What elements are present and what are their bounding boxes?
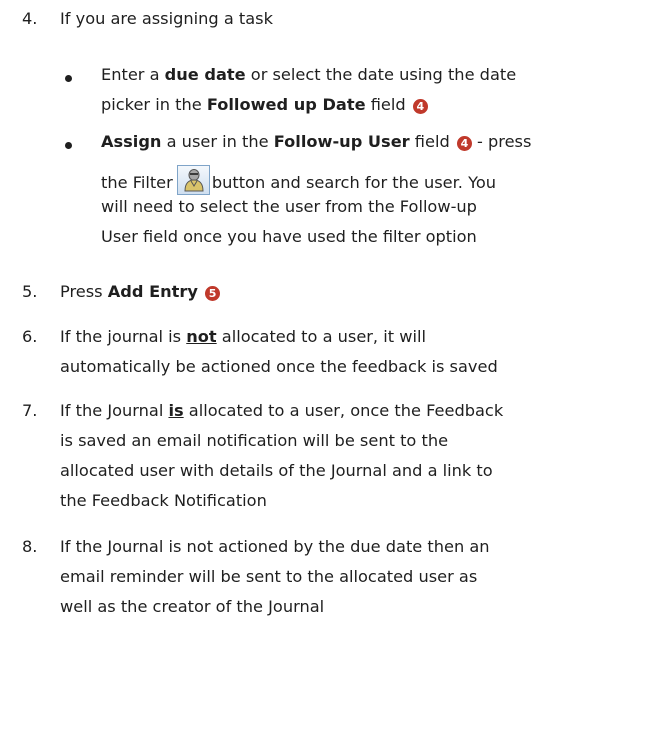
step-number: 7. <box>22 401 38 420</box>
bullet-text: picker in the Followed up Date field 4 <box>101 94 428 116</box>
step-text: automatically be actioned once the feedb… <box>60 357 498 376</box>
step-text: If you are assigning a task <box>60 9 273 28</box>
step-text: allocated user with details of the Journ… <box>60 461 493 480</box>
bullet-text: Enter a due date or select the date usin… <box>101 65 517 84</box>
step-text: If the Journal is not actioned by the du… <box>60 537 490 556</box>
step-marker-icon: 5 <box>205 286 221 301</box>
user-filter-icon <box>184 169 204 192</box>
bullet-text: Assign a user in the Follow-up User fiel… <box>101 132 532 151</box>
bullet-text: will need to select the user from the Fo… <box>101 197 477 216</box>
step-marker-icon: 4 <box>456 136 472 151</box>
bullet-icon <box>65 142 72 149</box>
step-number: 6. <box>22 327 38 346</box>
step-text: the Feedback Notification <box>60 491 267 510</box>
bullet-icon <box>65 75 72 82</box>
step-text: If the journal is not allocated to a use… <box>60 327 426 346</box>
step-text: If the Journal is allocated to a user, o… <box>60 401 504 420</box>
bullet-text: User field once you have used the filter… <box>101 227 477 246</box>
bullet-text: the Filter button and search for the use… <box>101 165 496 195</box>
step-marker-icon: 4 <box>412 99 428 114</box>
step-text: email reminder will be sent to the alloc… <box>60 567 478 586</box>
step-text: is saved an email notification will be s… <box>60 431 449 450</box>
step-number: 5. <box>22 282 38 301</box>
step-text: well as the creator of the Journal <box>60 597 325 616</box>
step-number: 8. <box>22 537 38 556</box>
step-text: Press Add Entry 5 <box>60 281 221 303</box>
filter-button[interactable] <box>176 165 210 195</box>
step-number: 4. <box>22 9 38 28</box>
